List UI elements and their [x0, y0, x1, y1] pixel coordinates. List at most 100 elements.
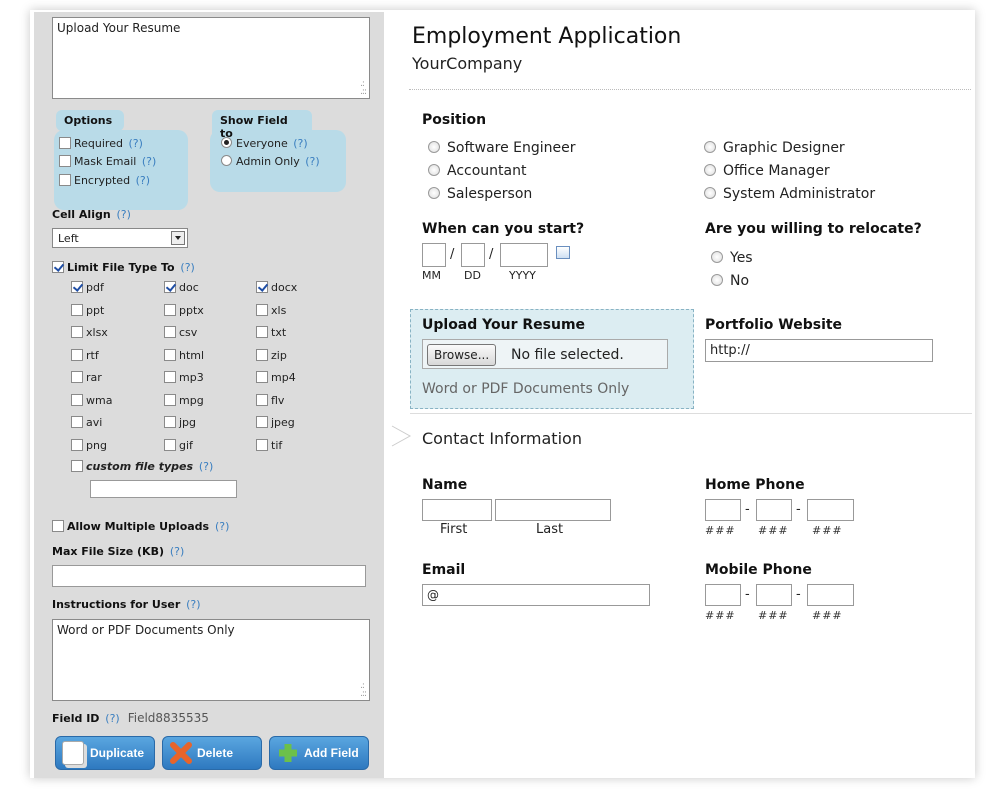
help-icon[interactable]: (?): [128, 137, 142, 150]
show-admin-only[interactable]: Admin Only (?): [221, 155, 320, 168]
checkbox-icon[interactable]: [256, 393, 268, 406]
radio-icon[interactable]: [221, 155, 232, 166]
duplicate-button[interactable]: Duplicate: [55, 736, 155, 770]
resize-grip-icon[interactable]: .:.::: [360, 80, 367, 97]
file-type-option[interactable]: rar: [71, 371, 102, 384]
file-type-option[interactable]: txt: [256, 326, 286, 339]
chevron-down-icon[interactable]: [171, 231, 185, 245]
checkbox-icon[interactable]: [59, 137, 71, 149]
mobile-phone-area[interactable]: [705, 584, 741, 606]
option-encrypted[interactable]: Encrypted (?): [59, 174, 150, 187]
file-type-option[interactable]: xls: [256, 303, 286, 317]
first-name-input[interactable]: [422, 499, 492, 521]
file-type-option[interactable]: doc: [164, 281, 199, 294]
checkbox-checked-icon[interactable]: [256, 281, 268, 293]
instructions-textarea[interactable]: Word or PDF Documents Only .:.::: [52, 619, 370, 701]
help-icon[interactable]: (?): [215, 520, 229, 533]
file-type-option[interactable]: avi: [71, 416, 102, 429]
help-icon[interactable]: (?): [305, 155, 319, 168]
help-icon[interactable]: (?): [105, 712, 119, 725]
checkbox-icon[interactable]: [164, 371, 176, 383]
allow-multiple-uploads[interactable]: Allow Multiple Uploads (?): [52, 520, 229, 533]
home-phone-area[interactable]: [705, 499, 741, 521]
show-everyone[interactable]: Everyone (?): [221, 137, 308, 150]
file-type-option[interactable]: pdf: [71, 281, 104, 294]
file-type-option[interactable]: rtf: [71, 348, 99, 362]
help-icon[interactable]: (?): [136, 174, 150, 187]
help-icon[interactable]: (?): [180, 261, 194, 274]
checkbox-icon[interactable]: [71, 371, 83, 383]
calendar-icon[interactable]: [556, 246, 570, 259]
checkbox-icon[interactable]: [71, 416, 83, 428]
help-icon[interactable]: (?): [293, 137, 307, 150]
relocate-no[interactable]: No: [711, 273, 749, 289]
checkbox-icon[interactable]: [71, 326, 83, 338]
file-type-option[interactable]: flv: [256, 393, 284, 407]
checkbox-icon[interactable]: [59, 174, 71, 186]
start-day-input[interactable]: [461, 243, 485, 267]
checkbox-icon[interactable]: [256, 438, 268, 451]
checkbox-icon[interactable]: [71, 460, 83, 472]
file-type-option[interactable]: gif: [164, 438, 193, 452]
checkbox-icon[interactable]: [71, 393, 83, 406]
position-option[interactable]: Software Engineer: [428, 140, 576, 156]
file-type-option[interactable]: png: [71, 438, 107, 452]
file-type-option[interactable]: ppt: [71, 303, 104, 317]
file-type-option[interactable]: mp4: [256, 371, 296, 384]
home-phone-prefix[interactable]: [756, 499, 792, 521]
max-file-size-input[interactable]: [52, 565, 366, 587]
position-option[interactable]: Salesperson: [428, 186, 532, 202]
checkbox-icon[interactable]: [256, 416, 268, 428]
radio-selected-icon[interactable]: [221, 137, 232, 148]
email-input[interactable]: @: [422, 584, 650, 606]
checkbox-icon[interactable]: [164, 326, 176, 338]
file-type-option[interactable]: docx: [256, 281, 297, 294]
relocate-yes[interactable]: Yes: [711, 250, 753, 266]
add-field-button[interactable]: Add Field: [269, 736, 369, 770]
checkbox-icon[interactable]: [164, 438, 176, 451]
position-option[interactable]: Accountant: [428, 163, 526, 179]
checkbox-icon[interactable]: [71, 303, 83, 316]
checkbox-icon[interactable]: [59, 155, 71, 167]
checkbox-checked-icon[interactable]: [164, 281, 176, 293]
checkbox-icon[interactable]: [256, 348, 268, 361]
help-icon[interactable]: (?): [170, 545, 184, 558]
field-label-textarea[interactable]: Upload Your Resume .:.::: [52, 17, 370, 99]
browse-button[interactable]: Browse...: [427, 344, 497, 366]
start-month-input[interactable]: [422, 243, 446, 267]
position-option[interactable]: Office Manager: [704, 163, 830, 179]
file-type-option[interactable]: xlsx: [71, 326, 108, 339]
home-phone-line[interactable]: [807, 499, 854, 521]
file-type-option[interactable]: zip: [256, 348, 287, 362]
custom-file-types[interactable]: custom file types (?): [71, 460, 213, 473]
checkbox-icon[interactable]: [256, 371, 268, 383]
file-type-option[interactable]: wma: [71, 393, 112, 407]
file-type-option[interactable]: html: [164, 348, 204, 362]
position-option[interactable]: System Administrator: [704, 186, 875, 202]
checkbox-icon[interactable]: [52, 520, 64, 532]
custom-file-types-input[interactable]: [90, 480, 237, 498]
mobile-phone-line[interactable]: [807, 584, 854, 606]
cell-align-select[interactable]: Left: [52, 228, 188, 248]
checkbox-icon[interactable]: [164, 393, 176, 406]
help-icon[interactable]: (?): [142, 155, 156, 168]
checkbox-checked-icon[interactable]: [71, 281, 83, 293]
file-type-option[interactable]: jpeg: [256, 416, 295, 429]
option-required[interactable]: Required (?): [59, 137, 143, 150]
checkbox-icon[interactable]: [71, 348, 83, 361]
file-type-option[interactable]: jpg: [164, 416, 196, 429]
file-type-option[interactable]: csv: [164, 326, 197, 339]
file-type-option[interactable]: mp3: [164, 371, 204, 384]
checkbox-icon[interactable]: [164, 303, 176, 316]
option-mask-email[interactable]: Mask Email (?): [59, 155, 156, 168]
checkbox-icon[interactable]: [164, 416, 176, 428]
checkbox-icon[interactable]: [256, 326, 268, 338]
file-type-option[interactable]: tif: [256, 438, 282, 452]
last-name-input[interactable]: [495, 499, 611, 521]
help-icon[interactable]: (?): [186, 598, 200, 611]
checkbox-icon[interactable]: [71, 438, 83, 451]
file-type-option[interactable]: mpg: [164, 393, 204, 407]
checkbox-checked-icon[interactable]: [52, 261, 64, 273]
position-option[interactable]: Graphic Designer: [704, 140, 845, 156]
mobile-phone-prefix[interactable]: [756, 584, 792, 606]
